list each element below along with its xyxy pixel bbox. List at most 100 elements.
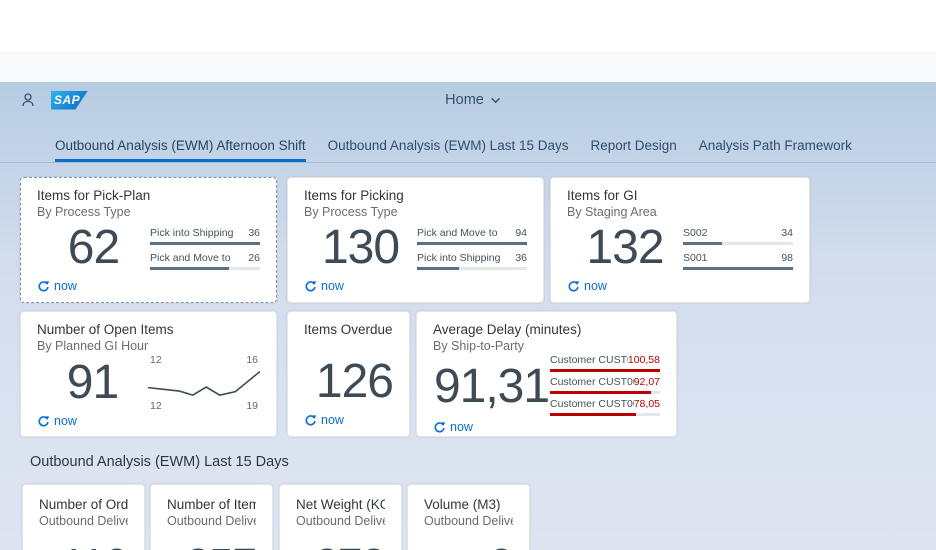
tile-net-weight[interactable]: Net Weight (KG) Outbound Delivery 273 bbox=[279, 484, 402, 550]
tile-body: 62 Pick into Shipping HU 36 bbox=[37, 220, 260, 276]
chart-label-last-value: 16 bbox=[246, 354, 258, 366]
refresh-control[interactable]: now bbox=[37, 276, 260, 296]
tile-items-for-gi[interactable]: Items for GI By Staging Area 132 S002 34 bbox=[550, 177, 810, 303]
comparison-row: S002 34 bbox=[683, 227, 793, 245]
comparison-bar bbox=[150, 242, 260, 245]
refresh-icon bbox=[37, 280, 50, 293]
tile-header: Items for GI By Staging Area bbox=[567, 187, 793, 220]
tile-body: 91 12 16 12 19 bbox=[37, 354, 260, 412]
tile-header: Average Delay (minutes) By Ship-to-Party bbox=[433, 321, 660, 354]
user-avatar-icon[interactable] bbox=[20, 91, 38, 109]
kpi-value: 62 bbox=[37, 224, 150, 272]
kpi-value: 9 bbox=[490, 543, 513, 550]
screenshot-root: SAP Home Outbound Analysis (EWM) Afterno… bbox=[0, 0, 936, 550]
tile-items-for-picking[interactable]: Items for Picking By Process Type 130 Pi… bbox=[287, 177, 544, 303]
tile-body: 132 S002 34 S001 bbox=[567, 220, 793, 276]
sparkline bbox=[148, 368, 260, 398]
refresh-label: now bbox=[321, 279, 344, 293]
refresh-icon bbox=[304, 414, 317, 427]
refresh-label: now bbox=[54, 414, 77, 428]
comparison-label: Customer CUST0... bbox=[550, 354, 628, 367]
home-menu-button[interactable]: Home bbox=[445, 92, 501, 108]
tile-content-area: Items for Pick-Plan By Process Type 62 P… bbox=[0, 163, 936, 550]
comparison-line: S002 34 bbox=[683, 227, 793, 240]
comparison-bar-fill bbox=[150, 242, 260, 245]
comparison-micro-chart: Customer CUST0... 100,58 Customer CUST00… bbox=[550, 354, 660, 420]
comparison-value: 92,07 bbox=[634, 376, 660, 389]
refresh-control[interactable]: now bbox=[304, 276, 527, 296]
comparison-bar-fill bbox=[550, 413, 636, 416]
tile-body: 126 bbox=[304, 338, 393, 410]
tile-items-overdue[interactable]: Items Overdue 126 now bbox=[287, 311, 410, 437]
tile-title: Items for Pick-Plan bbox=[37, 187, 260, 204]
tile-header: Number of Items Outbound Delivery bbox=[167, 496, 256, 529]
refresh-control[interactable]: now bbox=[433, 420, 660, 434]
comparison-value: 36 bbox=[248, 227, 260, 240]
section-title: Outbound Analysis (EWM) Last 15 Days bbox=[30, 454, 916, 470]
comparison-bar bbox=[417, 267, 527, 270]
comparison-value: 34 bbox=[781, 227, 793, 240]
comparison-label: S002 bbox=[683, 227, 708, 240]
anchor-navigation-bar: Outbound Analysis (EWM) Afternoon Shift … bbox=[0, 118, 936, 163]
tile-subtitle: By Planned GI Hour bbox=[37, 338, 260, 354]
shell-header: SAP Home bbox=[0, 82, 936, 118]
tile-row-3: Number of Order Outbound Delivery 110 Nu… bbox=[20, 484, 916, 550]
tile-body: 257 bbox=[167, 529, 256, 550]
tile-subtitle: Outbound Delivery bbox=[296, 513, 385, 529]
chart-label-x-start: 12 bbox=[150, 400, 162, 412]
comparison-label: Pick and Move to Pac... bbox=[150, 252, 234, 265]
comparison-row: Customer CUST004 92,07 bbox=[550, 376, 660, 394]
comparison-line: Pick and Move to Pac... 94 bbox=[417, 227, 527, 240]
browser-top-margin bbox=[0, 0, 936, 52]
tile-body: 130 Pick and Move to Pac... 94 bbox=[304, 220, 527, 276]
comparison-label: Customer CUST004 bbox=[550, 376, 634, 389]
kpi-value: 273 bbox=[315, 543, 385, 550]
tile-number-of-items[interactable]: Number of Items Outbound Delivery 257 bbox=[150, 484, 273, 550]
comparison-bar bbox=[550, 413, 660, 416]
comparison-value: 36 bbox=[515, 252, 527, 265]
comparison-line: S001 98 bbox=[683, 252, 793, 265]
tile-title: Average Delay (minutes) bbox=[433, 321, 660, 338]
tile-volume[interactable]: Volume (M3) Outbound Delivery 9 bbox=[407, 484, 530, 550]
kpi-value: 91,31 bbox=[433, 363, 550, 411]
comparison-line: Customer CUST0... 100,58 bbox=[550, 354, 660, 367]
tab-last-15-days[interactable]: Outbound Analysis (EWM) Last 15 Days bbox=[328, 138, 569, 162]
comparison-bar bbox=[417, 242, 527, 245]
comparison-value: 94 bbox=[515, 227, 527, 240]
tab-afternoon-shift[interactable]: Outbound Analysis (EWM) Afternoon Shift bbox=[55, 138, 306, 162]
tile-title: Items for Picking bbox=[304, 187, 527, 204]
tile-items-for-pick-plan[interactable]: Items for Pick-Plan By Process Type 62 P… bbox=[20, 177, 277, 303]
refresh-icon bbox=[567, 280, 580, 293]
comparison-bar-fill bbox=[683, 267, 793, 270]
refresh-control[interactable]: now bbox=[567, 276, 793, 296]
tile-body: 110 bbox=[39, 529, 128, 550]
tile-row-2: Number of Open Items By Planned GI Hour … bbox=[20, 311, 916, 437]
comparison-bar bbox=[550, 369, 660, 372]
comparison-bar-fill bbox=[550, 391, 651, 394]
tab-analysis-path-framework[interactable]: Analysis Path Framework bbox=[699, 138, 852, 162]
tile-average-delay[interactable]: Average Delay (minutes) By Ship-to-Party… bbox=[416, 311, 677, 437]
refresh-label: now bbox=[584, 279, 607, 293]
comparison-line: Pick into Shipping HU 36 bbox=[417, 252, 527, 265]
comparison-value: 26 bbox=[248, 252, 260, 265]
tile-row-1: Items for Pick-Plan By Process Type 62 P… bbox=[20, 177, 916, 303]
kpi-value: 91 bbox=[37, 359, 148, 407]
tile-body: 91,31 Customer CUST0... 100,58 bbox=[433, 354, 660, 420]
tile-number-of-open-items[interactable]: Number of Open Items By Planned GI Hour … bbox=[20, 311, 277, 437]
tile-header: Items for Picking By Process Type bbox=[304, 187, 527, 220]
tile-number-of-order[interactable]: Number of Order Outbound Delivery 110 bbox=[22, 484, 145, 550]
refresh-icon bbox=[304, 280, 317, 293]
refresh-control[interactable]: now bbox=[304, 410, 393, 430]
refresh-control[interactable]: now bbox=[37, 412, 260, 430]
tile-header: Number of Open Items By Planned GI Hour bbox=[37, 321, 260, 354]
comparison-bar bbox=[683, 242, 793, 245]
chart-label-x-end: 19 bbox=[246, 400, 258, 412]
comparison-bar-fill bbox=[683, 242, 722, 245]
tile-header: Net Weight (KG) Outbound Delivery bbox=[296, 496, 385, 529]
comparison-label: Pick into Shipping HU bbox=[417, 252, 501, 265]
comparison-row: Pick and Move to Pac... 94 bbox=[417, 227, 527, 245]
tab-report-design[interactable]: Report Design bbox=[590, 138, 676, 162]
tile-subtitle: By Staging Area bbox=[567, 204, 793, 220]
comparison-line: Pick and Move to Pac... 26 bbox=[150, 252, 260, 265]
refresh-icon bbox=[433, 421, 446, 434]
